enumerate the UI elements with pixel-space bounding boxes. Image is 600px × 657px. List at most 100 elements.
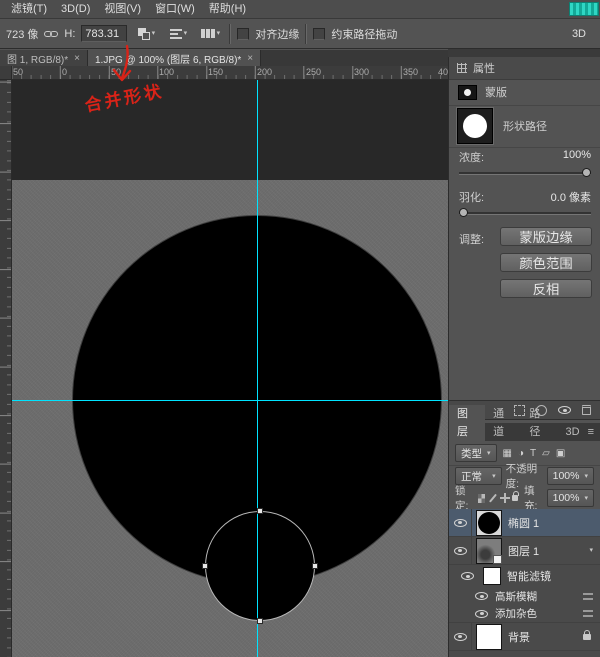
- ruler-horizontal[interactable]: 50 0 50 100 150 200 250 300 350 400: [0, 66, 448, 80]
- shape-path-row[interactable]: 形状路径: [449, 105, 600, 148]
- separator: [229, 24, 231, 44]
- feather-slider-knob[interactable]: [459, 208, 468, 217]
- fill-value: 100%: [553, 492, 580, 504]
- visibility-cell[interactable]: [449, 537, 472, 564]
- lock-transparency-icon[interactable]: [478, 494, 485, 503]
- mask-target-row[interactable]: 蒙版: [449, 79, 600, 106]
- photoshop-window: 滤镜(T) 3D(D) 视图(V) 窗口(W) 帮助(H) 723 像 H: ▾…: [0, 0, 600, 657]
- layer-thumbnail: [476, 510, 502, 536]
- opacity-value-select[interactable]: 100% ▾: [547, 467, 594, 485]
- density-label: 浓度:: [459, 149, 484, 165]
- ruler-label: 0: [62, 67, 67, 77]
- tab-paths[interactable]: 路径: [521, 405, 557, 441]
- menu-window[interactable]: 窗口(W): [148, 0, 202, 19]
- filter-options-icon[interactable]: [583, 610, 593, 617]
- feather-row: 羽化: 0.0 像素: [449, 189, 600, 205]
- constrain-path-drag-checkbox[interactable]: [313, 28, 325, 40]
- layer-thumbnail: [476, 624, 502, 650]
- filter-options-icon[interactable]: [583, 593, 593, 600]
- eye-icon[interactable]: [475, 592, 488, 600]
- guide-vertical[interactable]: [257, 80, 258, 657]
- lock-all-icon[interactable]: [512, 495, 518, 501]
- document-tab-2[interactable]: 1.JPG @ 100% (图层 6, RGB/8)* ×: [88, 50, 261, 66]
- visibility-cell[interactable]: [449, 509, 472, 536]
- filter-row-gaussian-blur[interactable]: 高斯模糊: [449, 587, 600, 605]
- chevron-down-icon: ▾: [584, 473, 588, 480]
- density-slider: [459, 167, 591, 179]
- chevron-down-icon: ▾: [152, 30, 156, 37]
- tab-channels[interactable]: 通道: [485, 405, 521, 441]
- eye-icon: [454, 633, 467, 641]
- ruler-label: 350: [403, 67, 418, 77]
- filter-type-icon[interactable]: T: [530, 448, 536, 459]
- properties-icon: [457, 63, 467, 73]
- kind-filter-label: 类型: [461, 446, 482, 461]
- lock-pixels-icon[interactable]: [489, 494, 497, 503]
- document-tab-1[interactable]: 图 1, RGB/8)* ×: [0, 50, 88, 66]
- width-value: 723 像: [6, 26, 38, 42]
- filter-pixel-icon[interactable]: ▦: [503, 448, 512, 459]
- eye-icon[interactable]: [461, 572, 474, 580]
- filter-adjustment-icon[interactable]: ◑: [518, 448, 524, 459]
- path-anchor-left[interactable]: [202, 563, 208, 569]
- document-tab-bar: 图 1, RGB/8)* × 1.JPG @ 100% (图层 6, RGB/8…: [0, 50, 448, 66]
- ellipse-shape-small: [205, 511, 315, 621]
- guide-horizontal[interactable]: [12, 400, 448, 401]
- height-label: H:: [64, 28, 75, 40]
- tab-layers[interactable]: 图层: [449, 405, 485, 441]
- menu-filter[interactable]: 滤镜(T): [4, 0, 54, 19]
- layer-row-ellipse-1[interactable]: 椭圆 1: [449, 509, 600, 537]
- visibility-cell[interactable]: [449, 623, 472, 650]
- path-anchor-right[interactable]: [312, 563, 318, 569]
- menu-help[interactable]: 帮助(H): [202, 0, 253, 19]
- ruler-label: 150: [208, 67, 223, 77]
- path-arrangement-button[interactable]: ▾: [197, 23, 223, 44]
- path-anchor-bottom[interactable]: [257, 618, 263, 624]
- workspace-3d-label[interactable]: 3D: [572, 28, 594, 40]
- tab-3d[interactable]: 3D: [558, 423, 588, 441]
- menu-view[interactable]: 视图(V): [97, 0, 148, 19]
- ruler-corner[interactable]: [0, 66, 12, 80]
- align-edges-label: 对齐边缘: [255, 26, 299, 42]
- path-alignment-icon: [170, 29, 182, 39]
- close-icon[interactable]: ×: [74, 53, 80, 64]
- filter-smart-object-icon[interactable]: ▣: [556, 448, 565, 459]
- right-panel-column: 属性 蒙版 形状路径 浓度: 100% 羽化: 0.0 像素 调整: 蒙版边缘 …: [448, 57, 600, 657]
- align-edges-checkbox[interactable]: [237, 28, 249, 40]
- close-icon[interactable]: ×: [247, 53, 253, 64]
- layer-thumbnail: [476, 538, 502, 564]
- density-slider-knob[interactable]: [582, 168, 591, 177]
- delete-mask-icon[interactable]: [582, 405, 591, 415]
- opacity-value: 100%: [553, 470, 580, 482]
- feather-slider: [459, 207, 591, 219]
- path-alignment-button[interactable]: ▾: [165, 23, 191, 44]
- height-input[interactable]: [81, 25, 127, 42]
- link-dimensions-icon[interactable]: [44, 29, 58, 39]
- toggle-mask-icon[interactable]: [558, 406, 571, 414]
- collapse-filters-icon[interactable]: ▾: [589, 547, 593, 554]
- ruler-vertical[interactable]: [0, 80, 12, 657]
- mask-edge-button[interactable]: 蒙版边缘: [500, 227, 592, 246]
- chevron-down-icon: ▾: [184, 30, 188, 37]
- window-control-fragment: [569, 2, 599, 16]
- layer-filter-kind-select[interactable]: 类型 ▾: [455, 444, 497, 462]
- mask-label: 蒙版: [485, 84, 507, 100]
- lock-position-icon[interactable]: [500, 493, 508, 503]
- menu-3d[interactable]: 3D(D): [54, 0, 97, 19]
- layer-row-layer-1[interactable]: 图层 1 ▾: [449, 537, 600, 565]
- background-lock-icon: [583, 634, 591, 640]
- fill-value-select[interactable]: 100% ▾: [547, 489, 594, 507]
- document-viewport[interactable]: [12, 80, 448, 657]
- separator: [305, 24, 307, 44]
- panel-menu-icon[interactable]: ≡: [588, 423, 600, 441]
- color-range-button[interactable]: 颜色范围: [500, 253, 592, 272]
- invert-button[interactable]: 反相: [500, 279, 592, 298]
- layer-row-background[interactable]: 背景: [449, 623, 600, 651]
- chevron-down-icon: ▾: [487, 450, 491, 457]
- smart-filters-row[interactable]: 智能滤镜: [449, 565, 600, 587]
- filter-row-add-noise[interactable]: 添加杂色: [449, 605, 600, 623]
- path-anchor-top[interactable]: [257, 508, 263, 514]
- eye-icon[interactable]: [475, 610, 488, 618]
- filter-shape-icon[interactable]: ▱: [542, 448, 550, 459]
- path-operations-button[interactable]: ▾: [133, 23, 159, 44]
